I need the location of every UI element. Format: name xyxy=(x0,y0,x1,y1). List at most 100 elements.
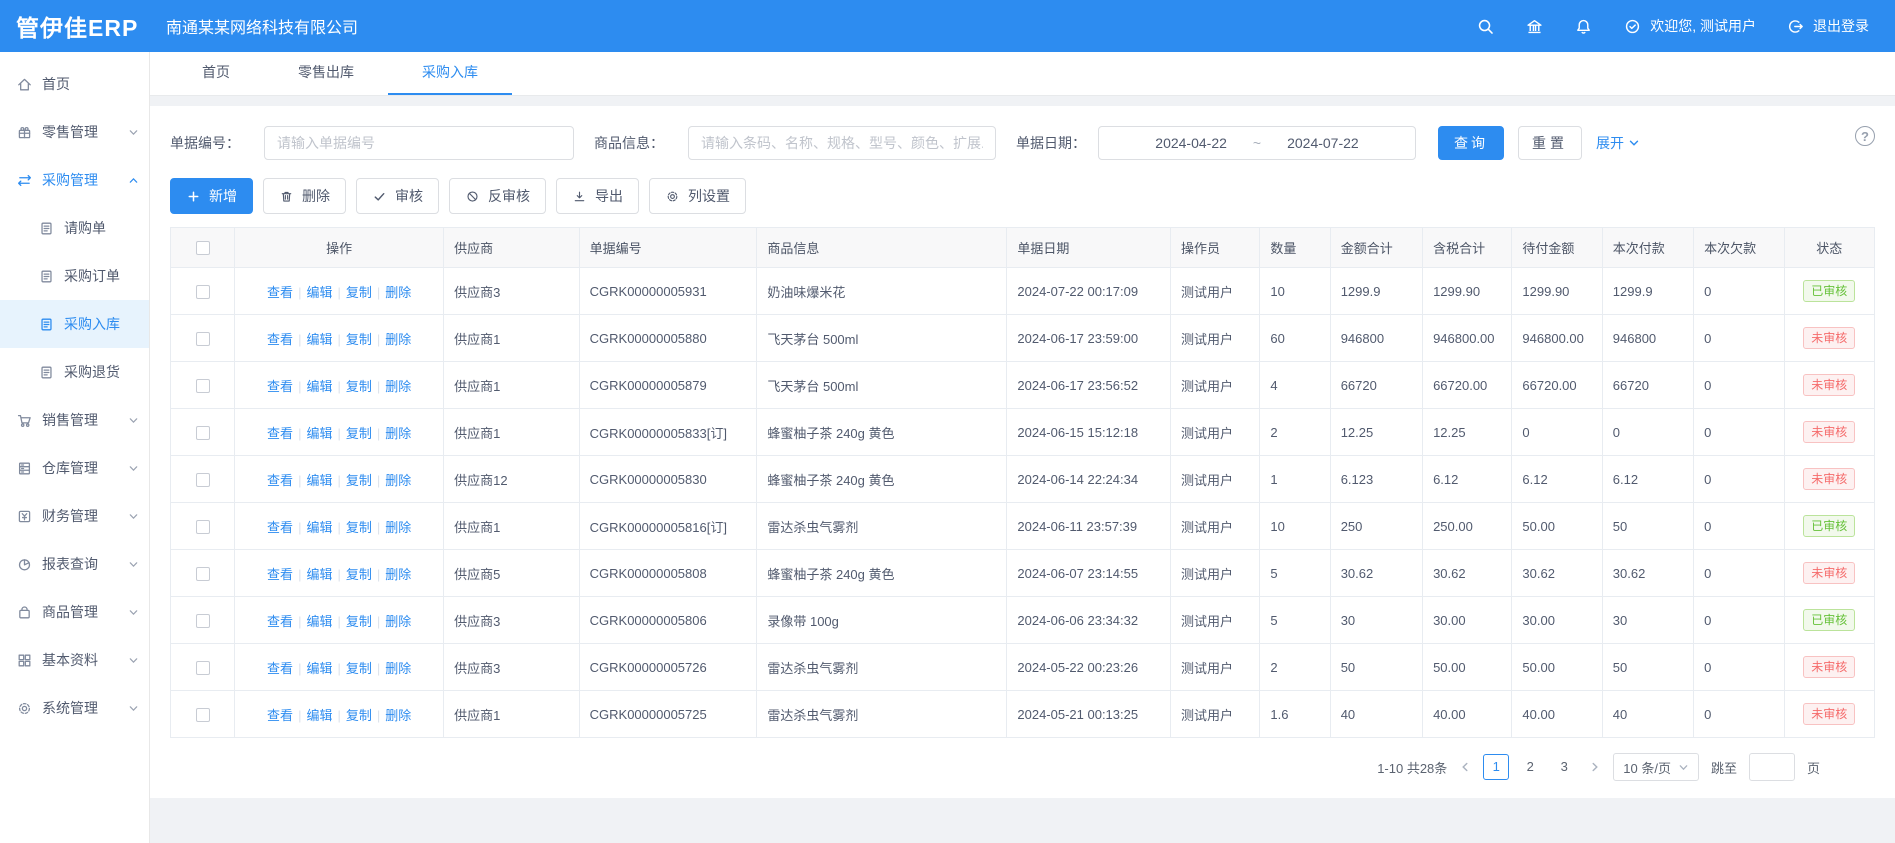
bell-icon[interactable] xyxy=(1574,17,1593,36)
tab-首页[interactable]: 首页 xyxy=(168,52,264,95)
sidebar-item-首页[interactable]: 首页 xyxy=(0,60,149,108)
page-number-2[interactable]: 2 xyxy=(1517,754,1543,780)
action-查看-link[interactable]: 查看 xyxy=(267,661,293,676)
action-编辑-link[interactable]: 编辑 xyxy=(306,285,332,300)
sidebar-item-零售管理[interactable]: 零售管理 xyxy=(0,108,149,156)
sidebar-item-财务管理[interactable]: 财务管理 xyxy=(0,492,149,540)
sidebar-item-采购入库[interactable]: 采购入库 xyxy=(0,300,149,348)
goods-info-input[interactable] xyxy=(688,126,996,160)
search-icon[interactable] xyxy=(1476,17,1495,36)
action-删除-link[interactable]: 删除 xyxy=(385,520,411,535)
action-删除-link[interactable]: 删除 xyxy=(385,332,411,347)
action-编辑-link[interactable]: 编辑 xyxy=(306,614,332,629)
action-编辑-link[interactable]: 编辑 xyxy=(306,520,332,535)
next-page-icon[interactable] xyxy=(1589,761,1601,773)
sidebar-item-请购单[interactable]: 请购单 xyxy=(0,204,149,252)
action-查看-link[interactable]: 查看 xyxy=(267,285,293,300)
sidebar-item-采购管理[interactable]: 采购管理 xyxy=(0,156,149,204)
action-复制-link[interactable]: 复制 xyxy=(346,285,372,300)
action-查看-link[interactable]: 查看 xyxy=(267,567,293,582)
sidebar-item-商品管理[interactable]: 商品管理 xyxy=(0,588,149,636)
cell-tax_total: 30.62 xyxy=(1423,550,1512,597)
page-number-3[interactable]: 3 xyxy=(1551,754,1577,780)
action-删除-link[interactable]: 删除 xyxy=(385,661,411,676)
row-checkbox[interactable] xyxy=(196,426,210,440)
page-number-1[interactable]: 1 xyxy=(1483,754,1509,780)
row-checkbox[interactable] xyxy=(196,285,210,299)
反审核-button[interactable]: 反审核 xyxy=(449,178,546,214)
jump-page-input[interactable] xyxy=(1749,753,1795,781)
action-separator: | xyxy=(337,379,340,394)
user-welcome[interactable]: 欢迎您, 测试用户 xyxy=(1623,16,1756,36)
bill-no-input[interactable] xyxy=(264,126,574,160)
action-删除-link[interactable]: 删除 xyxy=(385,473,411,488)
reset-button[interactable]: 重置 xyxy=(1518,126,1582,160)
cell-tax_total: 40.00 xyxy=(1423,691,1512,738)
sidebar-item-仓库管理[interactable]: 仓库管理 xyxy=(0,444,149,492)
action-复制-link[interactable]: 复制 xyxy=(346,661,372,676)
action-删除-link[interactable]: 删除 xyxy=(385,567,411,582)
action-复制-link[interactable]: 复制 xyxy=(346,708,372,723)
sidebar-item-采购退货[interactable]: 采购退货 xyxy=(0,348,149,396)
sidebar-item-报表查询[interactable]: 报表查询 xyxy=(0,540,149,588)
date-end-value[interactable]: 2024-07-22 xyxy=(1287,135,1359,151)
action-查看-link[interactable]: 查看 xyxy=(267,426,293,441)
cell-tax_total: 12.25 xyxy=(1423,409,1512,456)
row-checkbox[interactable] xyxy=(196,379,210,393)
action-编辑-link[interactable]: 编辑 xyxy=(306,332,332,347)
tab-零售出库[interactable]: 零售出库 xyxy=(264,52,388,95)
action-编辑-link[interactable]: 编辑 xyxy=(306,426,332,441)
tab-采购入库[interactable]: 采购入库 xyxy=(388,52,512,95)
action-编辑-link[interactable]: 编辑 xyxy=(306,473,332,488)
删除-button[interactable]: 删除 xyxy=(263,178,346,214)
cell-payable: 1299.90 xyxy=(1512,268,1602,315)
action-查看-link[interactable]: 查看 xyxy=(267,614,293,629)
action-查看-link[interactable]: 查看 xyxy=(267,708,293,723)
row-checkbox[interactable] xyxy=(196,614,210,628)
action-编辑-link[interactable]: 编辑 xyxy=(306,661,332,676)
row-checkbox[interactable] xyxy=(196,473,210,487)
action-查看-link[interactable]: 查看 xyxy=(267,473,293,488)
action-复制-link[interactable]: 复制 xyxy=(346,567,372,582)
row-checkbox[interactable] xyxy=(196,332,210,346)
action-查看-link[interactable]: 查看 xyxy=(267,332,293,347)
logout-button[interactable]: 退出登录 xyxy=(1786,16,1869,36)
审核-button[interactable]: 审核 xyxy=(356,178,439,214)
row-checkbox[interactable] xyxy=(196,661,210,675)
page-size-select[interactable]: 10 条/页 xyxy=(1613,753,1699,781)
action-复制-link[interactable]: 复制 xyxy=(346,614,372,629)
row-checkbox[interactable] xyxy=(196,567,210,581)
row-checkbox[interactable] xyxy=(196,708,210,722)
date-range-picker[interactable]: 2024-04-22 ~ 2024-07-22 xyxy=(1098,126,1416,160)
action-删除-link[interactable]: 删除 xyxy=(385,708,411,723)
sidebar-item-采购订单[interactable]: 采购订单 xyxy=(0,252,149,300)
action-删除-link[interactable]: 删除 xyxy=(385,285,411,300)
action-编辑-link[interactable]: 编辑 xyxy=(306,379,332,394)
search-button[interactable]: 查询 xyxy=(1438,126,1504,160)
action-删除-link[interactable]: 删除 xyxy=(385,614,411,629)
sidebar-item-基本资料[interactable]: 基本资料 xyxy=(0,636,149,684)
action-删除-link[interactable]: 删除 xyxy=(385,379,411,394)
expand-link[interactable]: 展开 xyxy=(1596,133,1640,153)
sidebar-item-销售管理[interactable]: 销售管理 xyxy=(0,396,149,444)
列设置-button[interactable]: 列设置 xyxy=(649,178,746,214)
action-复制-link[interactable]: 复制 xyxy=(346,473,372,488)
bank-icon[interactable] xyxy=(1525,17,1544,36)
action-复制-link[interactable]: 复制 xyxy=(346,379,372,394)
action-复制-link[interactable]: 复制 xyxy=(346,520,372,535)
新增-button[interactable]: 新增 xyxy=(170,178,253,214)
action-查看-link[interactable]: 查看 xyxy=(267,520,293,535)
action-编辑-link[interactable]: 编辑 xyxy=(306,567,332,582)
action-编辑-link[interactable]: 编辑 xyxy=(306,708,332,723)
sidebar-item-系统管理[interactable]: 系统管理 xyxy=(0,684,149,732)
prev-page-icon[interactable] xyxy=(1459,761,1471,773)
导出-button[interactable]: 导出 xyxy=(556,178,639,214)
action-复制-link[interactable]: 复制 xyxy=(346,332,372,347)
select-all-checkbox[interactable] xyxy=(196,241,210,255)
action-删除-link[interactable]: 删除 xyxy=(385,426,411,441)
date-start-value[interactable]: 2024-04-22 xyxy=(1155,135,1227,151)
action-复制-link[interactable]: 复制 xyxy=(346,426,372,441)
question-icon[interactable]: ? xyxy=(1855,126,1875,146)
action-查看-link[interactable]: 查看 xyxy=(267,379,293,394)
row-checkbox[interactable] xyxy=(196,520,210,534)
